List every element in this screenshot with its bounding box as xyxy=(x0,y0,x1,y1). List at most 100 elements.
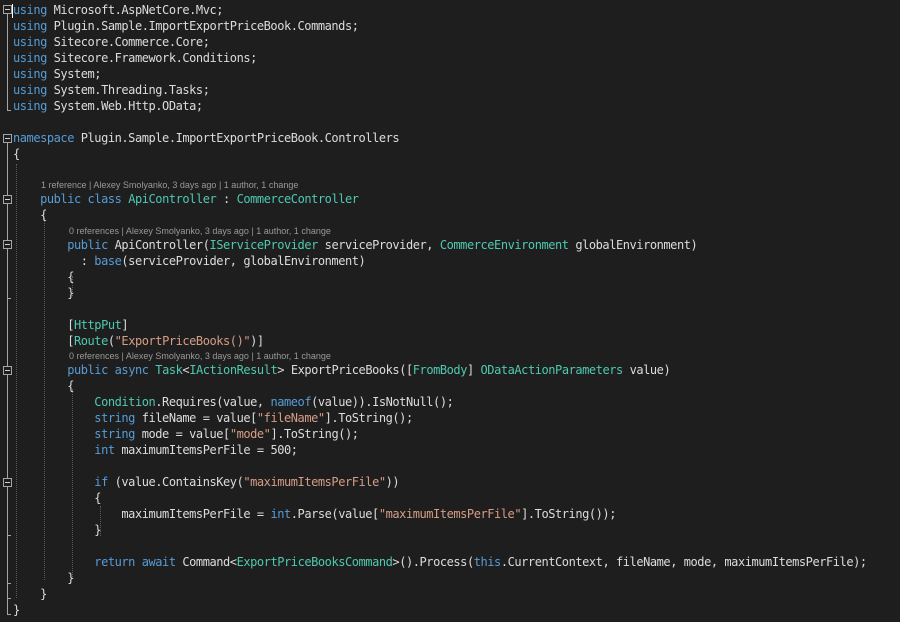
collapse-if-block-icon[interactable] xyxy=(3,478,12,487)
code-line-9[interactable]: namespace Plugin.Sample.ImportExportPric… xyxy=(13,130,400,146)
code-token: } xyxy=(13,523,102,537)
code-token: ( xyxy=(107,334,115,348)
code-line-16[interactable]: : base(serviceProvider, globalEnvironmen… xyxy=(13,253,366,269)
code-line-32[interactable]: maximumItemsPerFile = int.Parse(value["m… xyxy=(13,506,616,522)
code-line-5[interactable]: using System; xyxy=(13,66,102,82)
code-token: > ExportPriceBooks([ xyxy=(277,363,413,377)
codelens-constructor[interactable]: 0 references | Alexey Smolyanko, 3 days … xyxy=(69,225,331,237)
collapse-constructor-icon[interactable] xyxy=(3,240,12,249)
code-token: } xyxy=(13,286,74,300)
code-line-23[interactable]: public async Task<IActionResult> ExportP… xyxy=(13,362,671,378)
codelens-method[interactable]: 0 references | Alexey Smolyanko, 3 days … xyxy=(69,350,331,362)
code-token: System.Web.Http.OData; xyxy=(46,99,204,113)
code-line-25[interactable]: Condition.Requires(value, nameof(value))… xyxy=(13,394,454,410)
code-line-18[interactable]: } xyxy=(13,285,74,301)
code-token: Plugin.Sample.ImportExportPriceBook.Cont… xyxy=(73,131,400,145)
code-token: nameof xyxy=(270,395,312,409)
code-token: } xyxy=(13,603,20,617)
code-line-10[interactable]: { xyxy=(13,146,20,162)
code-token: if xyxy=(94,475,108,489)
code-token: } xyxy=(13,571,74,585)
collapse-namespace-icon[interactable] xyxy=(3,134,12,143)
code-token: using xyxy=(13,3,47,17)
collapse-method-icon[interactable] xyxy=(3,366,12,375)
code-token: .Requires(value, xyxy=(155,395,271,409)
code-line-6[interactable]: using System.Threading.Tasks; xyxy=(13,82,210,98)
code-token: "ExportPriceBooks()" xyxy=(114,334,251,348)
code-token: ] xyxy=(121,318,129,332)
code-token: serviceProvider, xyxy=(317,238,440,252)
code-token: public xyxy=(67,238,108,252)
code-token: Microsoft.AspNetCore.Mvc; xyxy=(46,3,224,17)
code-token: fileName = value[ xyxy=(134,411,258,425)
code-token: FromBody xyxy=(412,363,468,377)
code-token: maximumItemsPerFile = xyxy=(13,507,271,521)
code-line-15[interactable]: public ApiController(IServiceProvider se… xyxy=(13,237,698,253)
code-token: CommerceController xyxy=(236,192,359,206)
code-token: ].ToString(); xyxy=(270,427,359,441)
code-token: base xyxy=(94,254,122,268)
code-token: "maximumItemsPerFile" xyxy=(378,507,522,521)
code-token: >().Process( xyxy=(392,555,474,569)
code-editor[interactable]: using Microsoft.AspNetCore.Mvc; using Pl… xyxy=(0,0,900,622)
code-token: using xyxy=(13,83,47,97)
code-token: ODataActionParameters xyxy=(480,363,624,377)
code-token: { xyxy=(13,147,20,161)
code-line-24[interactable]: { xyxy=(13,378,74,394)
code-token: [ xyxy=(13,334,74,348)
code-token: Command< xyxy=(175,555,237,569)
code-token: value) xyxy=(622,363,671,377)
code-token: string xyxy=(94,427,135,441)
code-line-35[interactable]: return await Command<ExportPriceBooksCom… xyxy=(13,554,867,570)
code-line-26[interactable]: string fileName = value["fileName"].ToSt… xyxy=(13,410,413,426)
code-line-31[interactable]: { xyxy=(13,490,101,506)
code-token: using xyxy=(13,35,47,49)
code-token: async xyxy=(114,363,149,377)
code-line-12[interactable]: public class ApiController : CommerceCon… xyxy=(13,191,359,207)
code-token: ].ToString()); xyxy=(521,507,616,521)
code-line-27[interactable]: string mode = value["mode"].ToString(); xyxy=(13,426,359,442)
code-token: Condition xyxy=(94,395,156,409)
code-token: (serviceProvider, globalEnvironment) xyxy=(121,254,366,268)
code-line-38[interactable]: } xyxy=(13,602,20,618)
code-line-21[interactable]: [Route("ExportPriceBooks()")] xyxy=(13,333,264,349)
code-token: Task xyxy=(155,363,183,377)
code-token: )) xyxy=(385,475,400,489)
code-line-20[interactable]: [HttpPut] xyxy=(13,317,128,333)
code-line-37[interactable]: } xyxy=(13,586,47,602)
collapse-usings-icon[interactable] xyxy=(3,5,12,14)
code-line-7[interactable]: using System.Web.Http.OData; xyxy=(13,98,203,114)
code-token: { xyxy=(13,379,74,393)
code-line-33[interactable]: } xyxy=(13,522,101,538)
code-line-1[interactable]: using Microsoft.AspNetCore.Mvc; xyxy=(13,2,223,18)
code-line-28[interactable]: int maximumItemsPerFile = 500; xyxy=(13,442,298,458)
code-token: HttpPut xyxy=(73,318,122,332)
code-line-2[interactable]: using Plugin.Sample.ImportExportPriceBoo… xyxy=(13,18,359,34)
code-line-13[interactable]: { xyxy=(13,207,47,223)
code-line-36[interactable]: } xyxy=(13,570,74,586)
codelens-class[interactable]: 1 reference | Alexey Smolyanko, 3 days a… xyxy=(41,179,298,191)
code-token: this xyxy=(473,555,502,569)
code-token: using xyxy=(13,99,47,113)
collapse-class-icon[interactable] xyxy=(3,195,12,204)
code-line-17[interactable]: { xyxy=(13,269,74,285)
code-token: Sitecore.Framework.Conditions; xyxy=(46,51,258,65)
code-token: namespace xyxy=(13,131,74,145)
code-line-30[interactable]: if (value.ContainsKey("maximumItemsPerFi… xyxy=(13,474,399,490)
code-line-4[interactable]: using Sitecore.Framework.Conditions; xyxy=(13,50,257,66)
code-token: mode = value[ xyxy=(134,427,231,441)
code-token: { xyxy=(13,270,74,284)
code-token: using xyxy=(13,19,47,33)
code-token: .Parse(value[ xyxy=(290,507,380,521)
code-line-3[interactable]: using Sitecore.Commerce.Core; xyxy=(13,34,210,50)
code-token: CommerceEnvironment xyxy=(439,238,569,252)
